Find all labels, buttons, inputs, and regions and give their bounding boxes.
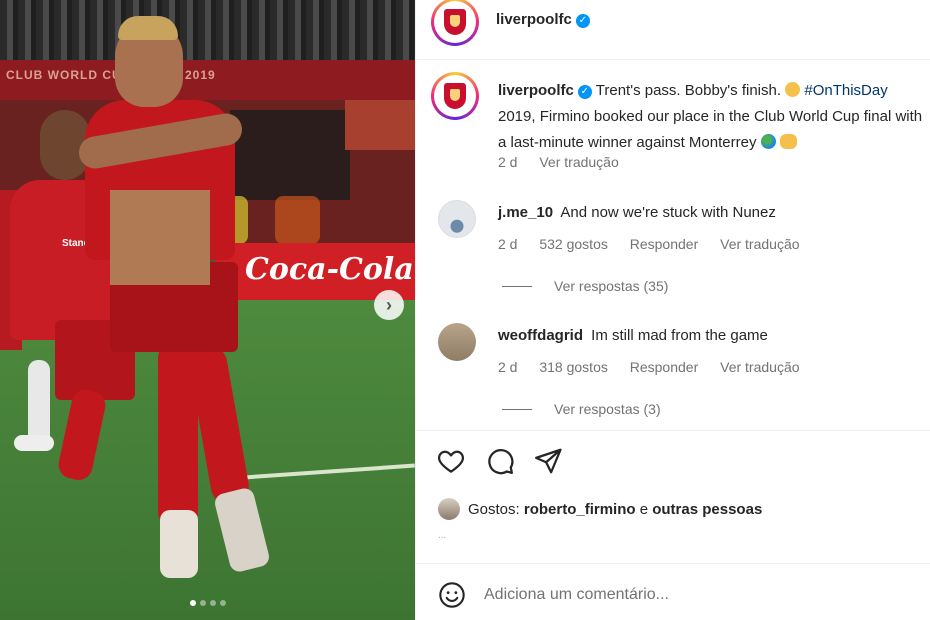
raised-hands-emoji-icon: [779, 134, 797, 149]
post-image[interactable]: CLUB WORLD CUP QATAR 2019 Coca-Cola Stan…: [0, 0, 415, 620]
header-avatar[interactable]: [431, 0, 479, 46]
carousel-indicator: [0, 600, 415, 606]
comment-username[interactable]: j.me_10: [498, 204, 553, 221]
comment-text: Im still mad from the game: [591, 327, 768, 344]
post-side-panel: liverpoolfc ✓ liverpoolfc ✓ Trent's pass. …: [415, 0, 930, 620]
likes-others-link[interactable]: outras pessoas: [652, 501, 762, 518]
reply-button[interactable]: Responder: [630, 359, 699, 375]
liverpool-crest-icon: [444, 83, 466, 109]
chevron-right-icon: ›: [386, 294, 392, 315]
comment-likes[interactable]: 318 gostos: [539, 359, 608, 375]
carousel-next-button[interactable]: ›: [374, 290, 404, 320]
comment-item: j.me_10 And now we're stuck with Nunez: [498, 204, 776, 221]
crowd-background: [0, 0, 415, 60]
post-date-truncated: ...: [438, 530, 447, 541]
carousel-dot: [219, 600, 226, 606]
replies-divider: [502, 408, 532, 410]
stadium-banner-text: CLUB WORLD CUP QATAR 2019: [6, 68, 216, 82]
carousel-dot: [209, 600, 216, 606]
player-main-boot: [160, 510, 198, 578]
post-header: liverpoolfc ✓: [416, 0, 930, 60]
see-translation-button[interactable]: Ver tradução: [720, 236, 799, 252]
add-comment-bar: [416, 563, 930, 620]
verified-badge-icon: ✓: [577, 85, 592, 99]
comment-age: 2 d: [498, 359, 518, 375]
stadium-windows: [345, 100, 415, 150]
player-far-left-boot: [14, 435, 54, 451]
caption-text: a last-minute winner against Monterrey: [498, 134, 761, 151]
verified-badge-icon: ✓: [575, 14, 590, 28]
see-translation-button[interactable]: Ver tradução: [539, 154, 618, 170]
view-replies-label: Ver respostas (3): [554, 401, 661, 417]
likes-conjunction: e: [639, 500, 649, 518]
comment-meta: 2 d 318 gostos Responder Ver tradução: [498, 359, 818, 375]
liverpool-crest-icon: [444, 9, 466, 35]
post-actions: [416, 430, 930, 490]
likes-summary: Gostos: roberto_firmino e outras pessoas: [438, 498, 762, 520]
comment-item: weoffdagrid Im still mad from the game: [498, 327, 768, 344]
comment-avatar[interactable]: [438, 323, 476, 361]
comment-avatar[interactable]: [438, 200, 476, 238]
replies-divider: [502, 285, 532, 287]
liker-avatar[interactable]: [438, 498, 460, 520]
view-replies-label: Ver respostas (35): [554, 278, 669, 294]
caption-text: Trent's pass. Bobby's finish.: [595, 82, 786, 99]
emoji-face-icon: [785, 82, 801, 97]
comment-icon[interactable]: [485, 446, 515, 476]
header-username[interactable]: liverpoolfc: [496, 11, 572, 28]
globe-emoji-icon: [760, 134, 776, 149]
tunnel: [230, 110, 350, 200]
caption-age: 2 d: [498, 154, 518, 170]
carousel-dot: [199, 600, 206, 606]
comment-age: 2 d: [498, 236, 518, 252]
view-replies-button[interactable]: Ver respostas (3): [502, 401, 661, 417]
comment-input[interactable]: [484, 582, 904, 608]
see-translation-button[interactable]: Ver tradução: [720, 359, 799, 375]
comment-text: And now we're stuck with Nunez: [560, 204, 776, 221]
liker-username[interactable]: roberto_firmino: [524, 501, 636, 518]
likes-prefix: Gostos:: [468, 500, 520, 518]
share-icon[interactable]: [533, 446, 563, 476]
player-main-torso: [110, 190, 210, 285]
caption-username[interactable]: liverpoolfc: [498, 82, 574, 99]
heart-icon[interactable]: [436, 446, 466, 476]
background-staff: [275, 196, 320, 244]
carousel-dot-active: [189, 600, 196, 606]
player-main-hair: [118, 16, 178, 40]
post-caption: liverpoolfc ✓ Trent's pass. Bobby's finis…: [498, 78, 930, 156]
comment-username[interactable]: weoffdagrid: [498, 327, 583, 344]
advertising-board-text: Coca-Cola: [245, 252, 414, 287]
caption-meta: 2 d Ver tradução: [498, 154, 637, 170]
hashtag-link[interactable]: #OnThisDay: [804, 82, 887, 99]
comment-likes[interactable]: 532 gostos: [539, 236, 608, 252]
caption-avatar[interactable]: [431, 72, 479, 120]
emoji-icon[interactable]: [438, 581, 466, 609]
caption-text: 2019, Firmino booked our place in the Cl…: [498, 108, 923, 125]
reply-button[interactable]: Responder: [630, 236, 699, 252]
view-replies-button[interactable]: Ver respostas (35): [502, 278, 668, 294]
comment-meta: 2 d 532 gostos Responder Ver tradução: [498, 236, 818, 252]
